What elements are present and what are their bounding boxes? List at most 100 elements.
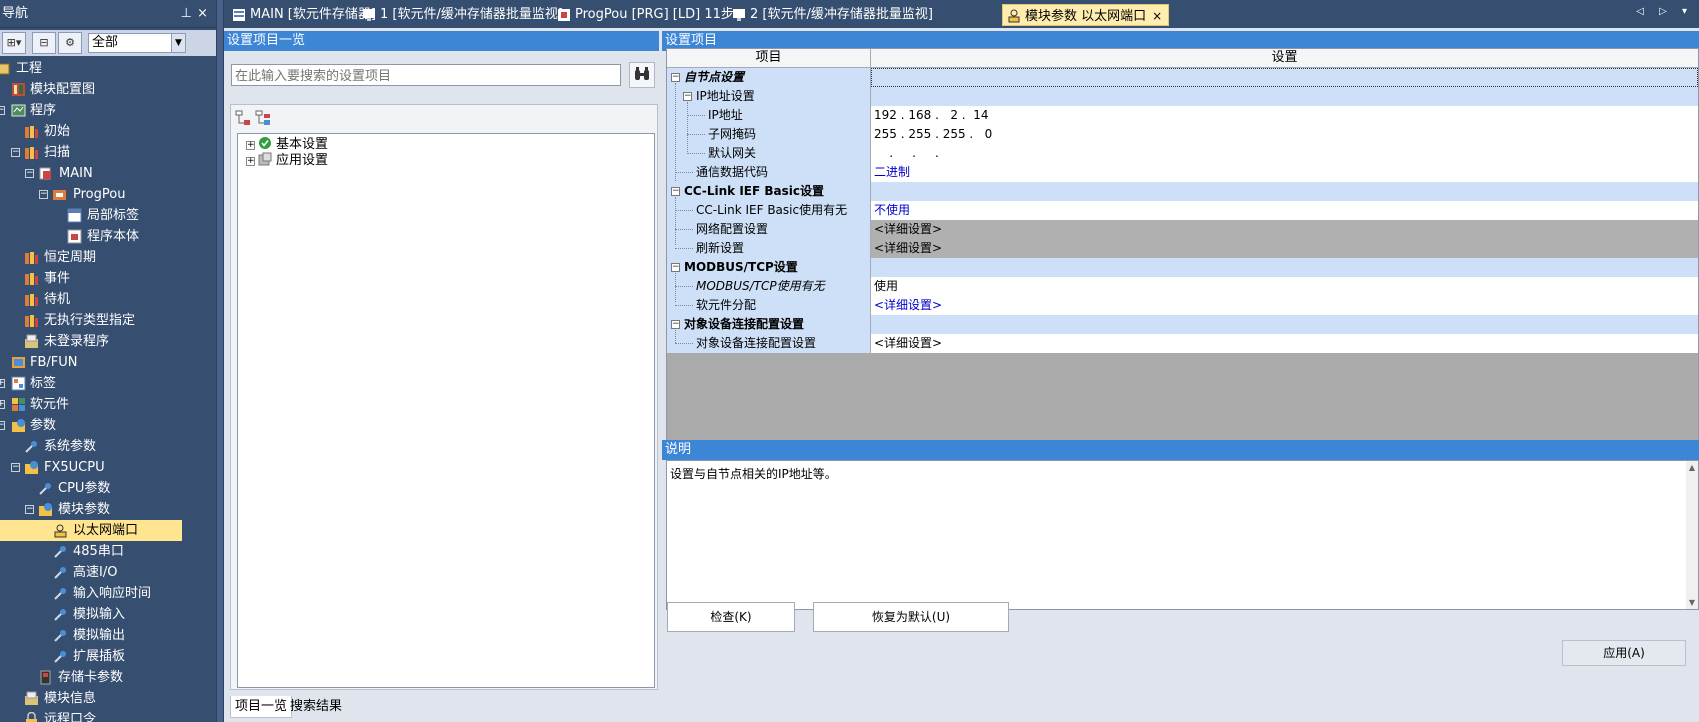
tree-item-fx5ucpu[interactable]: − FX5UCPU bbox=[0, 457, 216, 478]
expand-icon[interactable]: + bbox=[246, 157, 255, 166]
tree-item-expansion-board[interactable]: 扩展插板 bbox=[0, 646, 216, 667]
default-gateway-value[interactable]: . . . bbox=[871, 144, 1698, 163]
tree-item-cpu-param[interactable]: CPU参数 bbox=[0, 478, 216, 499]
tab-batch-monitor-1[interactable]: 1 [软元件/缓冲存储器批量监视] bbox=[358, 4, 563, 26]
search-button[interactable] bbox=[629, 62, 655, 88]
grid-row-ip-address[interactable]: IP地址 192 . 168 . 2 . 14 bbox=[667, 106, 1698, 125]
grid-row-data-code[interactable]: 通信数据代码 二进制 bbox=[667, 163, 1698, 182]
pin-icon[interactable]: ⊥ bbox=[181, 0, 192, 28]
collapse-icon[interactable]: − bbox=[683, 92, 692, 101]
check-button[interactable]: 检查(K) bbox=[667, 602, 795, 632]
collapse-icon[interactable]: − bbox=[0, 421, 5, 430]
grid-row-target-device-config[interactable]: 对象设备连接配置设置 <详细设置> bbox=[667, 334, 1698, 353]
tree-item-fixed-cycle[interactable]: 恒定周期 bbox=[0, 247, 216, 268]
tree-item-scan[interactable]: − 扫描 bbox=[0, 142, 216, 163]
collapse-icon[interactable]: − bbox=[0, 106, 5, 115]
tab-progpou-ld[interactable]: ProgPou [PRG] [LD] 11步 bbox=[553, 4, 734, 26]
grid-row-cclink-use[interactable]: CC-Link IEF Basic使用有无 不使用 bbox=[667, 201, 1698, 220]
tab-scroll-arrows[interactable]: ◁ ▷ ▾ bbox=[1636, 6, 1693, 17]
tab-main-device-memory[interactable]: MAIN [软元件存储器] bbox=[228, 4, 376, 26]
tree-item-module-info[interactable]: 模块信息 bbox=[0, 688, 216, 709]
grid-group-target-device[interactable]: − 对象设备连接配置设置 bbox=[667, 315, 1698, 334]
collapse-icon[interactable]: − bbox=[671, 263, 680, 272]
tree-item-label[interactable]: + 标签 bbox=[0, 373, 216, 394]
subnet-mask-value[interactable]: 255 . 255 . 255 . 0 bbox=[871, 125, 1698, 144]
list-view-icon[interactable]: ⊟ bbox=[32, 32, 56, 54]
tree-item-standby[interactable]: 待机 bbox=[0, 289, 216, 310]
tree-item-system-param[interactable]: 系统参数 bbox=[0, 436, 216, 457]
grid-group-own-node[interactable]: − 自节点设置 bbox=[667, 68, 1698, 87]
tree-item-memory-card[interactable]: 存储卡参数 bbox=[0, 667, 216, 688]
expand-icon[interactable]: + bbox=[246, 141, 255, 150]
tree-item-remote-password[interactable]: 远程口令 bbox=[0, 709, 216, 722]
close-icon[interactable]: × bbox=[197, 0, 208, 28]
tree-item-initial[interactable]: 初始 bbox=[0, 121, 216, 142]
chevron-down-icon[interactable]: ▼ bbox=[171, 34, 185, 52]
tree-item-program-body[interactable]: 程序本体 bbox=[0, 226, 216, 247]
data-code-value[interactable]: 二进制 bbox=[871, 163, 1698, 182]
target-device-detail[interactable]: <详细设置> bbox=[871, 334, 1698, 353]
tree-view-icon[interactable]: ⊞▾ bbox=[2, 32, 26, 54]
scroll-up-icon[interactable]: ▲ bbox=[1686, 463, 1698, 472]
tree-item-program[interactable]: − 程序 bbox=[0, 100, 216, 121]
tree-item-module-param[interactable]: − 模块参数 bbox=[0, 499, 216, 520]
ip-address-value[interactable]: 192 . 168 . 2 . 14 bbox=[871, 106, 1698, 125]
tree-item-main[interactable]: − MAIN bbox=[0, 163, 216, 184]
tree-item-analog-input[interactable]: 模拟输入 bbox=[0, 604, 216, 625]
scroll-down-icon[interactable]: ▼ bbox=[1686, 598, 1698, 607]
tab-item-list[interactable]: 项目一览 bbox=[230, 696, 293, 718]
grid-group-modbus[interactable]: − MODBUS/TCP设置 bbox=[667, 258, 1698, 277]
tree-item-progpou[interactable]: − ProgPou bbox=[0, 184, 216, 205]
grid-row-network-config[interactable]: 网络配置设置 <详细设置> bbox=[667, 220, 1698, 239]
tree-item-rs485[interactable]: 485串口 bbox=[0, 541, 216, 562]
tree-item-device[interactable]: + 软元件 bbox=[0, 394, 216, 415]
cclink-use-value[interactable]: 不使用 bbox=[871, 201, 1698, 220]
modbus-use-value[interactable]: 使用 bbox=[871, 277, 1698, 296]
restore-default-button[interactable]: 恢复为默认(U) bbox=[813, 602, 1009, 632]
grid-row-modbus-use[interactable]: MODBUS/TCP使用有无 使用 bbox=[667, 277, 1698, 296]
tree-item-project[interactable]: 工程 bbox=[0, 58, 216, 79]
collapse-icon[interactable]: − bbox=[671, 320, 680, 329]
tree-item-ethernet-port[interactable]: 以太网端口 bbox=[0, 520, 182, 541]
tree-item-module-config[interactable]: 模块配置图 bbox=[0, 79, 216, 100]
expand-all-icon[interactable] bbox=[235, 110, 251, 126]
tree-node-app-settings[interactable]: + 应用设置 bbox=[246, 152, 328, 168]
expand-icon[interactable]: + bbox=[0, 400, 5, 409]
grid-group-cclink[interactable]: − CC-Link IEF Basic设置 bbox=[667, 182, 1698, 201]
grid-row-device-assign[interactable]: 软元件分配 <详细设置> bbox=[667, 296, 1698, 315]
tree-item-unregistered[interactable]: 未登录程序 bbox=[0, 331, 216, 352]
tree-item-input-response[interactable]: 输入响应时间 bbox=[0, 583, 216, 604]
tree-item-fbfun[interactable]: FB/FUN bbox=[0, 352, 216, 373]
collapse-icon[interactable]: − bbox=[39, 190, 48, 199]
description-scrollbar[interactable]: ▲ ▼ bbox=[1686, 461, 1698, 609]
tree-item-event[interactable]: 事件 bbox=[0, 268, 216, 289]
grid-row-subnet-mask[interactable]: 子网掩码 255 . 255 . 255 . 0 bbox=[667, 125, 1698, 144]
collapse-icon[interactable]: − bbox=[11, 148, 20, 157]
tree-item-parameter[interactable]: − 参数 bbox=[0, 415, 216, 436]
collapse-icon[interactable]: − bbox=[671, 187, 680, 196]
tab-search-results[interactable]: 搜索结果 bbox=[286, 696, 346, 718]
gear-icon[interactable]: ⚙ bbox=[58, 32, 82, 54]
collapse-icon[interactable]: − bbox=[25, 169, 34, 178]
panel-splitter[interactable] bbox=[216, 0, 224, 722]
tree-item-no-exec-type[interactable]: 无执行类型指定 bbox=[0, 310, 216, 331]
tree-item-local-label[interactable]: 局部标签 bbox=[0, 205, 216, 226]
tree-item-high-speed-io[interactable]: 高速I/O bbox=[0, 562, 216, 583]
device-assign-detail[interactable]: <详细设置> bbox=[871, 296, 1698, 315]
filter-select[interactable]: 全部 ▼ bbox=[88, 33, 186, 53]
grid-group-ip-settings[interactable]: − IP地址设置 bbox=[667, 87, 1698, 106]
collapse-icon[interactable]: − bbox=[25, 505, 34, 514]
tree-node-basic-settings[interactable]: + 基本设置 bbox=[246, 136, 328, 152]
collapse-icon[interactable]: − bbox=[671, 73, 680, 82]
grid-row-default-gateway[interactable]: 默认网关 . . . bbox=[667, 144, 1698, 163]
collapse-icon[interactable]: − bbox=[11, 463, 20, 472]
tab-module-param-ethernet[interactable]: 模块参数 以太网端口 × bbox=[1002, 4, 1170, 26]
apply-button[interactable]: 应用(A) bbox=[1562, 640, 1686, 666]
grid-row-refresh[interactable]: 刷新设置 <详细设置> bbox=[667, 239, 1698, 258]
search-input[interactable] bbox=[231, 64, 621, 86]
expand-icon[interactable]: + bbox=[0, 379, 5, 388]
close-tab-icon[interactable]: × bbox=[1152, 9, 1162, 23]
tab-batch-monitor-2[interactable]: 2 [软元件/缓冲存储器批量监视] bbox=[728, 4, 933, 26]
collapse-all-icon[interactable] bbox=[255, 110, 271, 126]
tree-item-analog-output[interactable]: 模拟输出 bbox=[0, 625, 216, 646]
